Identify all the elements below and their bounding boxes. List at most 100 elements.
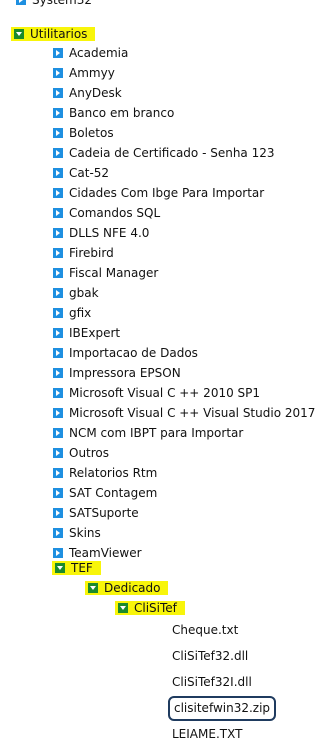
collapsed-arrow-icon[interactable]	[53, 507, 63, 518]
collapsed-arrow-icon[interactable]	[53, 487, 63, 498]
tree-item-banco-em-branco[interactable]: Banco em branco	[53, 104, 174, 121]
collapsed-arrow-icon[interactable]	[53, 247, 63, 258]
tree-item-label: Fiscal Manager	[69, 265, 159, 280]
tree-item-anydesk[interactable]: AnyDesk	[53, 84, 122, 101]
file-item-clisitefwin32-zip[interactable]: clisitefwin32.zip	[167, 696, 277, 721]
tree-item-label: Cidades Com Ibge Para Importar	[69, 185, 265, 200]
tree-item-cidades-com-ibge-para-importar[interactable]: Cidades Com Ibge Para Importar	[53, 184, 264, 201]
tree-item-label: Comandos SQL	[69, 205, 161, 220]
tree-item-ammyy[interactable]: Ammyy	[53, 64, 115, 81]
tree-item-label: Skins	[69, 525, 101, 540]
tree-item-label: gbak	[69, 285, 99, 300]
tree-item-label: Cat-52	[69, 165, 110, 180]
tree-item-dlls-nfe-4-0[interactable]: DLLS NFE 4.0	[53, 224, 149, 241]
tree-item-label: Boletos	[69, 125, 114, 140]
tree-item-importacao-de-dados[interactable]: Importacao de Dados	[53, 344, 198, 361]
collapsed-arrow-icon[interactable]	[53, 367, 63, 378]
tree-item-satsuporte[interactable]: SATSuporte	[53, 504, 139, 521]
tree-item-outros[interactable]: Outros	[53, 444, 109, 461]
collapsed-arrow-icon[interactable]	[53, 267, 63, 278]
tree-item-label: Importacao de Dados	[69, 345, 198, 360]
tree-item-dedicado[interactable]: Dedicado	[85, 579, 169, 596]
tree-item-label: Academia	[69, 45, 129, 60]
tree-item-utilitarios[interactable]: Utilitarios	[11, 25, 96, 42]
collapsed-arrow-icon[interactable]	[53, 307, 63, 318]
tree-item-cadeia-de-certificado-senha-123[interactable]: Cadeia de Certificado - Senha 123	[53, 144, 275, 161]
tree-item-label: Microsoft Visual C ++ Visual Studio 2017	[69, 405, 316, 420]
tree-item-ncm-com-ibpt-para-importar[interactable]: NCM com IBPT para Importar	[53, 424, 243, 441]
highlight-marker: CliSiTef	[115, 600, 185, 615]
file-item-clisitef32i-dll[interactable]: CliSiTef32I.dll	[172, 674, 252, 691]
collapsed-arrow-icon[interactable]	[53, 327, 63, 338]
highlight-marker: Dedicado	[85, 580, 169, 595]
collapsed-arrow-icon[interactable]	[53, 287, 63, 298]
tree-item-label: DLLS NFE 4.0	[69, 225, 150, 240]
collapsed-arrow-icon[interactable]	[53, 427, 63, 438]
tree-item-label: Ammyy	[69, 65, 115, 80]
collapsed-arrow-icon[interactable]	[53, 47, 63, 58]
tree-item-label: NCM com IBPT para Importar	[69, 425, 244, 440]
tree-item-label: Dedicado	[104, 580, 161, 595]
tree-item-fiscal-manager[interactable]: Fiscal Manager	[53, 264, 158, 281]
tree-item-label: IBExpert	[69, 325, 121, 340]
tree-item-label: TeamViewer	[69, 545, 142, 560]
tree-item-gfix[interactable]: gfix	[53, 304, 91, 321]
collapsed-arrow-icon[interactable]	[53, 187, 63, 198]
collapsed-arrow-icon[interactable]	[53, 87, 63, 98]
tree-item-label: gfix	[69, 305, 92, 320]
tree-item-boletos[interactable]: Boletos	[53, 124, 114, 141]
tree-item-clisitef[interactable]: CliSiTef	[115, 599, 185, 616]
tree-item-firebird[interactable]: Firebird	[53, 244, 114, 261]
tree-item-comandos-sql[interactable]: Comandos SQL	[53, 204, 160, 221]
tree-item-label: SATSuporte	[69, 505, 139, 520]
collapsed-arrow-icon[interactable]	[53, 227, 63, 238]
tree-item-impressora-epson[interactable]: Impressora EPSON	[53, 364, 181, 381]
tree-item-label: Relatorios Rtm	[69, 465, 158, 480]
collapsed-arrow-icon[interactable]	[53, 547, 63, 558]
tree-item-label: Utilitarios	[30, 26, 88, 41]
collapsed-arrow-icon[interactable]	[16, 0, 26, 5]
tree-item-label: CliSiTef	[134, 600, 177, 615]
highlight-marker: TEF	[52, 560, 101, 575]
collapsed-arrow-icon[interactable]	[53, 407, 63, 418]
tree-item-label: Outros	[69, 445, 110, 460]
tree-item-sat-contagem[interactable]: SAT Contagem	[53, 484, 157, 501]
tree-item-microsoft-visual-c-visual-studio-2017[interactable]: Microsoft Visual C ++ Visual Studio 2017	[53, 404, 315, 421]
collapsed-arrow-icon[interactable]	[53, 67, 63, 78]
expanded-arrow-icon[interactable]	[88, 582, 98, 593]
tree-item-label: Microsoft Visual C ++ 2010 SP1	[69, 385, 261, 400]
tree-item-label: Cadeia de Certificado - Senha 123	[69, 145, 275, 160]
tree-item-label: Banco em branco	[69, 105, 175, 120]
tree-item-tef[interactable]: TEF	[52, 559, 101, 576]
collapsed-arrow-icon[interactable]	[53, 107, 63, 118]
tree-item-ibexpert[interactable]: IBExpert	[53, 324, 120, 341]
expanded-arrow-icon[interactable]	[14, 28, 24, 39]
collapsed-arrow-icon[interactable]	[53, 347, 63, 358]
expanded-arrow-icon[interactable]	[118, 602, 128, 613]
tree-item-label: Firebird	[69, 245, 114, 260]
collapsed-arrow-icon[interactable]	[53, 527, 63, 538]
collapsed-arrow-icon[interactable]	[53, 387, 63, 398]
tree-item-label: TEF	[71, 560, 93, 575]
tree-item-relatorios-rtm[interactable]: Relatorios Rtm	[53, 464, 157, 481]
collapsed-arrow-icon[interactable]	[53, 447, 63, 458]
tree-item-label: System32	[32, 0, 92, 7]
expanded-arrow-icon[interactable]	[55, 562, 65, 573]
collapsed-arrow-icon[interactable]	[53, 467, 63, 478]
tree-item-label: SAT Contagem	[69, 485, 158, 500]
collapsed-arrow-icon[interactable]	[53, 127, 63, 138]
file-item-clisitef32-dll[interactable]: CliSiTef32.dll	[172, 648, 248, 665]
tree-item-microsoft-visual-c-2010-sp1[interactable]: Microsoft Visual C ++ 2010 SP1	[53, 384, 260, 401]
tree-item-label: Impressora EPSON	[69, 365, 181, 380]
collapsed-arrow-icon[interactable]	[53, 207, 63, 218]
collapsed-arrow-icon[interactable]	[53, 167, 63, 178]
collapsed-arrow-icon[interactable]	[53, 147, 63, 158]
tree-item-gbak[interactable]: gbak	[53, 284, 99, 301]
tree-item-academia[interactable]: Academia	[53, 44, 128, 61]
file-item-leiame-txt[interactable]: LEIAME.TXT	[172, 726, 242, 743]
tree-item-cat-52[interactable]: Cat-52	[53, 164, 109, 181]
tree-item-label: AnyDesk	[69, 85, 122, 100]
tree-item-skins[interactable]: Skins	[53, 524, 101, 541]
file-item-cheque-txt[interactable]: Cheque.txt	[172, 622, 238, 639]
tree-item-system32[interactable]: System32	[16, 0, 92, 8]
